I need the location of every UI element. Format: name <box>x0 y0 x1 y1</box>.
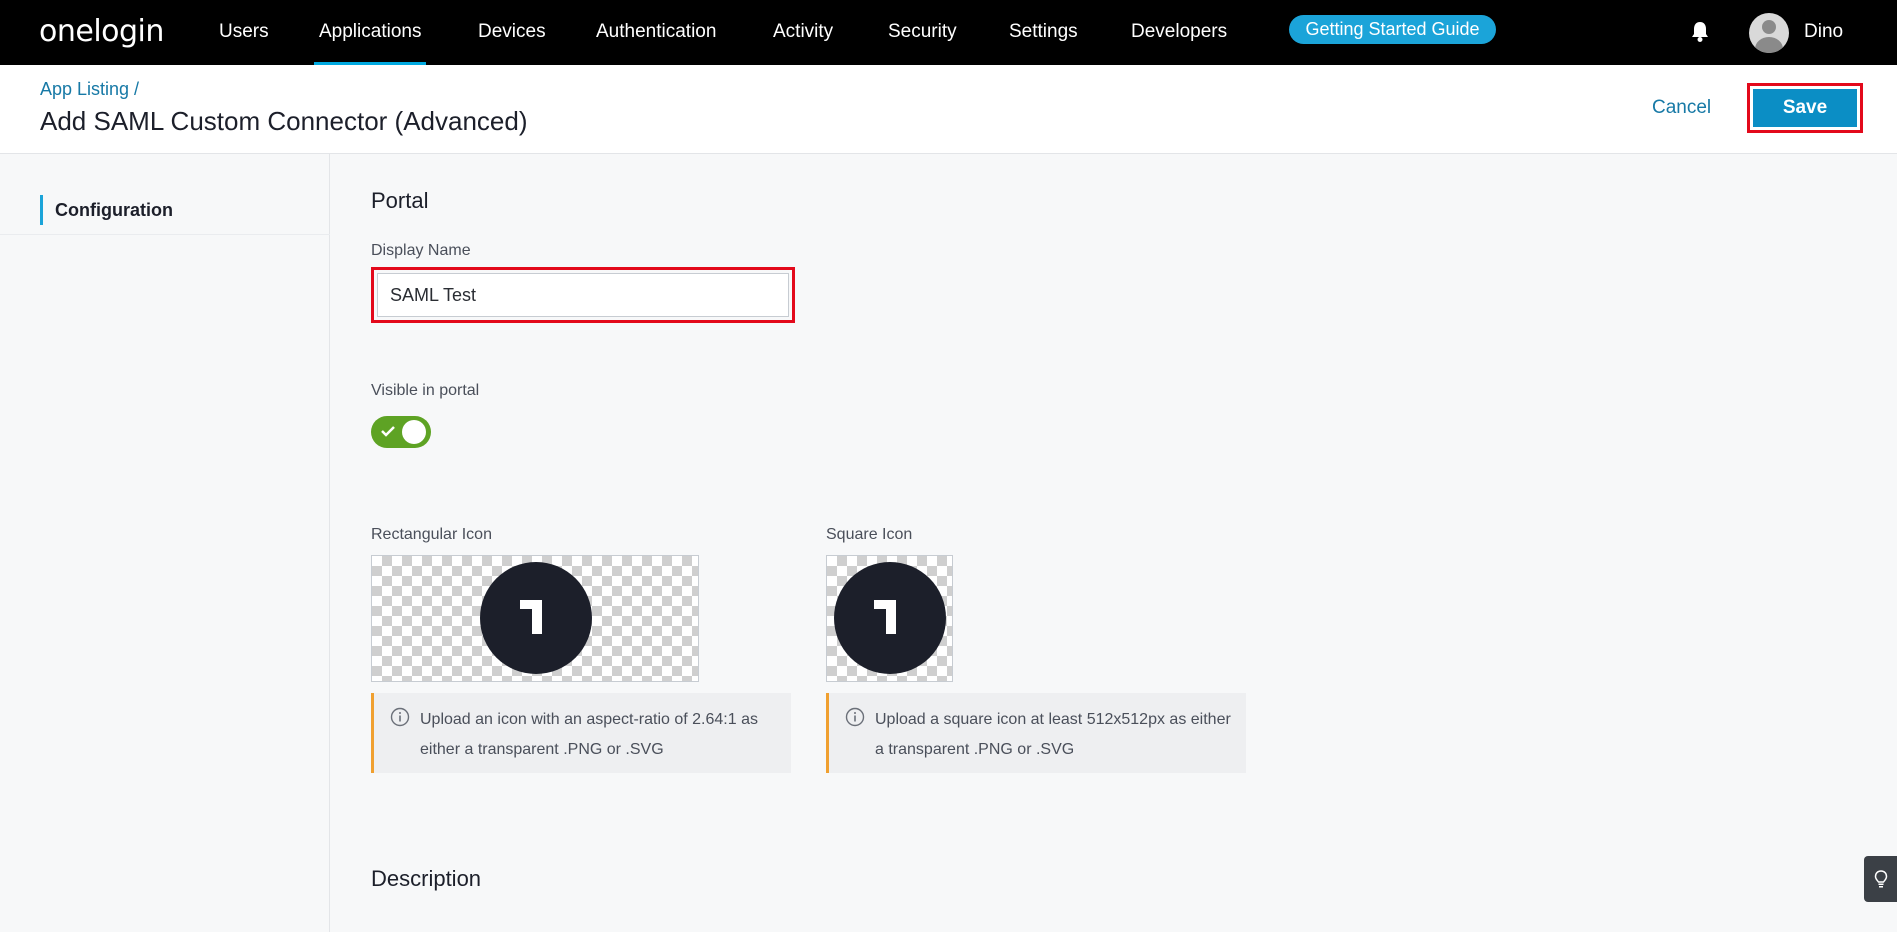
save-button-highlight: Save <box>1747 83 1863 133</box>
nav-item-applications[interactable]: Applications <box>313 0 427 65</box>
nav-item-security[interactable]: Security <box>888 0 957 65</box>
description-section-title: Description <box>371 866 482 891</box>
rectangular-icon-label: Rectangular Icon <box>371 526 492 543</box>
sidebar-divider <box>0 234 330 235</box>
top-nav-bar: onelogin Users Applications Devices Auth… <box>0 0 1897 65</box>
user-name[interactable]: Dino <box>1804 0 1843 65</box>
square-icon-info: Upload a square icon at least 512x512px … <box>826 693 1246 773</box>
display-name-highlight: SAML Test <box>371 267 795 323</box>
square-icon-upload[interactable] <box>826 555 953 682</box>
nav-item-users[interactable]: Users <box>219 0 269 65</box>
info-icon <box>390 707 410 727</box>
nav-item-settings[interactable]: Settings <box>1009 0 1078 65</box>
nav-item-authentication[interactable]: Authentication <box>596 0 716 65</box>
check-icon <box>381 426 395 437</box>
rectangular-icon-info: Upload an icon with an aspect-ratio of 2… <box>371 693 791 773</box>
display-name-input[interactable]: SAML Test <box>377 273 789 317</box>
visible-in-portal-label: Visible in portal <box>371 382 480 399</box>
toggle-knob <box>402 420 426 444</box>
save-button[interactable]: Save <box>1753 89 1857 127</box>
visible-in-portal-toggle[interactable] <box>371 416 431 448</box>
onelogin-logo[interactable]: onelogin <box>39 14 164 49</box>
getting-started-guide-button[interactable]: Getting Started Guide <box>1289 15 1496 44</box>
onelogin-app-icon <box>480 562 592 674</box>
square-icon-label: Square Icon <box>826 526 913 543</box>
onelogin-app-icon <box>834 562 946 674</box>
sidebar-item-configuration[interactable]: Configuration <box>40 195 330 225</box>
square-icon-info-text: Upload a square icon at least 512x512px … <box>875 711 1231 758</box>
rectangular-icon-info-text: Upload an icon with an aspect-ratio of 2… <box>420 711 758 758</box>
help-button[interactable] <box>1864 856 1897 902</box>
portal-section-title: Portal <box>371 188 429 213</box>
avatar[interactable] <box>1749 13 1789 53</box>
cancel-button[interactable]: Cancel <box>1652 97 1711 119</box>
bell-icon[interactable] <box>1690 21 1710 43</box>
display-name-label: Display Name <box>371 242 471 259</box>
nav-item-developers[interactable]: Developers <box>1131 0 1227 65</box>
breadcrumb[interactable]: App Listing / <box>40 79 139 100</box>
nav-item-devices[interactable]: Devices <box>478 0 546 65</box>
nav-item-activity[interactable]: Activity <box>773 0 833 65</box>
sidebar: Configuration <box>0 154 330 932</box>
page-title: Add SAML Custom Connector (Advanced) <box>40 106 528 136</box>
lightbulb-icon <box>1874 870 1888 888</box>
info-icon <box>845 707 865 727</box>
rectangular-icon-upload[interactable] <box>371 555 699 682</box>
page-header: App Listing / Add SAML Custom Connector … <box>0 65 1897 154</box>
